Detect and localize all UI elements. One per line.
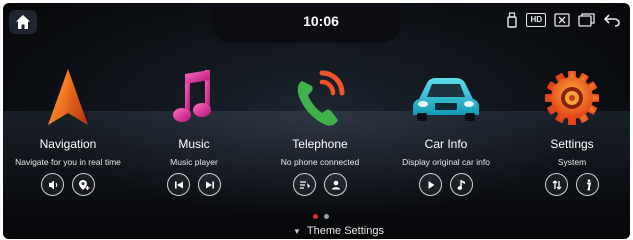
play-icon — [428, 180, 434, 189]
app-subtitle: Display original car info — [402, 157, 490, 167]
home-button[interactable] — [9, 10, 37, 34]
multi-window-icon[interactable] — [578, 13, 596, 27]
app-music[interactable]: Music Music player — [134, 65, 254, 196]
usb-icon — [507, 12, 518, 28]
app-subtitle: System — [557, 157, 587, 167]
skip-previous-icon — [174, 181, 183, 188]
close-window-icon[interactable] — [554, 13, 570, 27]
back-icon[interactable] — [604, 13, 620, 27]
triangle-down-icon: ▼ — [293, 226, 301, 236]
call-log-icon — [299, 180, 310, 189]
gear-icon — [512, 65, 630, 131]
skip-next-icon — [205, 181, 214, 188]
car-music-button[interactable] — [450, 173, 473, 196]
theme-settings-button[interactable]: ▼ Theme Settings — [293, 225, 384, 237]
hd-badge: HD — [526, 13, 546, 27]
home-icon — [16, 15, 30, 29]
contacts-icon — [331, 180, 340, 189]
car-icon — [386, 65, 506, 131]
music-note-small-icon — [457, 179, 465, 190]
swap-vertical-icon — [552, 179, 561, 190]
head-unit-screen: 10:06 HD Navigation Navigate for you in … — [3, 3, 630, 239]
previous-track-button[interactable] — [167, 173, 190, 196]
voice-navigation-icon — [48, 180, 57, 189]
theme-settings-label: Theme Settings — [306, 225, 384, 237]
set-destination-button[interactable] — [72, 173, 95, 196]
app-navigation[interactable]: Navigation Navigate for you in real time — [8, 65, 128, 196]
status-icons: HD — [506, 12, 620, 28]
app-car-info[interactable]: Car Info Display original car info — [386, 65, 506, 196]
app-title: Settings — [550, 137, 594, 151]
app-title: Music — [178, 137, 210, 151]
top-bar: 10:06 HD — [3, 3, 630, 43]
app-title: Telephone — [292, 137, 348, 151]
info-icon — [586, 178, 591, 190]
navigation-icon — [8, 65, 128, 131]
page-dot-active[interactable] — [313, 214, 318, 219]
page-dot[interactable] — [324, 214, 329, 219]
app-subtitle: Navigate for you in real time — [15, 157, 121, 167]
music-note-icon — [134, 65, 254, 131]
location-pin-icon — [78, 179, 89, 190]
app-subtitle: Music player — [170, 157, 218, 167]
app-settings[interactable]: Settings System — [512, 65, 630, 196]
sort-button[interactable] — [545, 173, 568, 196]
page-indicator — [313, 214, 329, 219]
voice-nav-button[interactable] — [41, 173, 64, 196]
app-title: Car Info — [424, 137, 468, 151]
contacts-button[interactable] — [324, 173, 347, 196]
info-button[interactable] — [576, 173, 599, 196]
clock: 10:06 — [303, 13, 339, 29]
telephone-icon — [260, 65, 380, 131]
app-telephone[interactable]: Telephone No phone connected — [260, 65, 380, 196]
next-track-button[interactable] — [198, 173, 221, 196]
app-title: Navigation — [39, 137, 97, 151]
play-button[interactable] — [419, 173, 442, 196]
app-subtitle: No phone connected — [280, 157, 360, 167]
call-log-button[interactable] — [293, 173, 316, 196]
